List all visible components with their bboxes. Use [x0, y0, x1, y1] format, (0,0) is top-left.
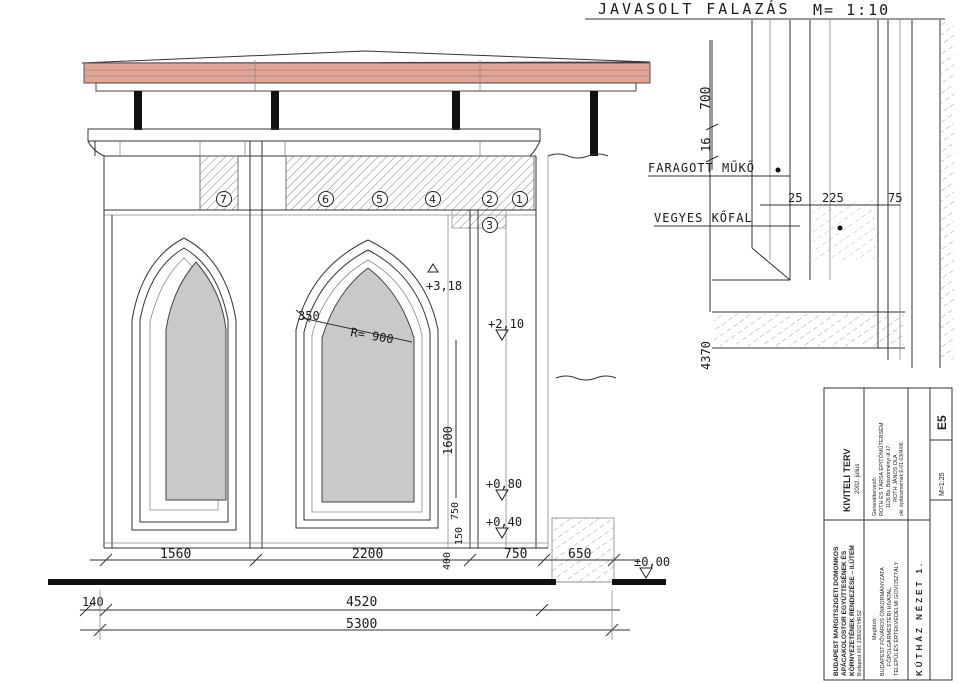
client-label: Megbízó: — [872, 617, 878, 640]
designer-line-2: 1126 Bp. Böszörményi út 17. — [886, 444, 892, 508]
client-line-2: FŐPOLGÁRMESTERI HIVATAL — [886, 588, 893, 666]
drawing-title: JAVASOLT FALAZÁS — [598, 0, 791, 18]
stone-number: 3 — [486, 219, 493, 232]
wall-cap — [87, 128, 541, 157]
hatched-frieze — [104, 155, 536, 229]
title-block: BUDAPEST MARGITSZIGETI DOMONKOS APÁCAKOL… — [823, 387, 953, 681]
stone-number: 4 — [429, 193, 436, 206]
label-vegyes-kofal: VEGYES KŐFAL — [654, 210, 753, 225]
drawing-scale: M= 1:10 — [813, 1, 890, 19]
stone-number: 6 — [322, 193, 329, 206]
dim-700: 700 — [699, 87, 714, 110]
detail-dim-25: 25 — [788, 191, 802, 205]
stone-number: 7 — [220, 193, 227, 206]
level-000: ±0,00 — [634, 555, 670, 569]
designer-label: Generáltervező: — [872, 476, 878, 516]
project-line-2: APÁCAKOLOSTOR EGYÜTTESÉNEK ÉS — [839, 550, 848, 676]
designer-line-3: ROTH JÁNOS DLA — [892, 454, 899, 502]
elevation-drawing: JAVASOLT FALAZÁS M= 1:10 7 6 5 4 2 1 3 3… — [48, 0, 954, 681]
sheet-scale: M=1:25 — [939, 472, 946, 496]
sheet-number: E5 — [935, 415, 949, 430]
roof-posts — [134, 91, 598, 156]
dim-400-vertical: 400 — [442, 552, 453, 570]
dim-350: 350 — [298, 309, 320, 323]
phase-label: KIVITELI TERV — [842, 449, 852, 512]
sheet-name: KÚTHÁZ NÉZET 1. — [915, 561, 924, 676]
designer-line-1: ROTH ÉS TÁRSA ÉPÍTŐMŰTERSÉM — [878, 422, 885, 516]
dim-5300: 5300 — [346, 617, 377, 632]
client-line-1: BUDAPEST FŐVÁROS ÖNKORMÁNYZATA — [879, 567, 886, 676]
dim-650: 650 — [568, 547, 591, 562]
project-line-3: KÖRNYEZETÉNEK RENDEZÉSE – II.ÜTEM — [847, 545, 856, 676]
stone-number: 5 — [376, 193, 383, 206]
project-line-1: BUDAPEST MARGITSZIGETI DOMONKOS — [833, 546, 840, 676]
level-210: +2,10 — [488, 317, 524, 331]
ground-line — [48, 579, 556, 585]
stone-number: 1 — [516, 193, 523, 206]
phase-date: 2002. július — [855, 464, 861, 494]
window-middle — [295, 239, 439, 529]
level-040: +0,40 — [486, 515, 522, 529]
level-318: +3,18 — [426, 279, 462, 293]
dim-750: 750 — [504, 547, 527, 562]
level-080: +0,80 — [486, 477, 522, 491]
dim-150-vertical: 150 — [454, 527, 465, 545]
dim-140: 140 — [82, 595, 104, 609]
dim-750-vertical: 750 — [450, 502, 461, 520]
dim-2200: 2200 — [352, 547, 383, 562]
label-faragott-muko: FARAGOTT MŰKŐ — [648, 160, 755, 175]
dim-16: 16 — [699, 138, 713, 152]
dim-1600: 1600 — [441, 426, 455, 455]
client-line-3: TELEPÜLÉS ÉRTÉKVÉDELMI GOVOSZTÁLY — [893, 562, 900, 676]
window-left — [131, 237, 237, 531]
stone-number: 2 — [486, 193, 493, 206]
project-line-4: Budapest XIII. 23802/2 HRSZ — [857, 610, 863, 676]
detail-dim-225: 225 — [822, 191, 844, 205]
wall-break-lines — [547, 153, 617, 583]
dim-1560: 1560 — [160, 547, 191, 562]
dim-4520: 4520 — [346, 595, 377, 610]
designer-line-4: okl. építészmérnök É-01-0304/06 — [898, 442, 905, 516]
dim-4370: 4370 — [699, 341, 713, 370]
detail-dim-75: 75 — [888, 191, 902, 205]
roof-cornice — [81, 50, 651, 92]
